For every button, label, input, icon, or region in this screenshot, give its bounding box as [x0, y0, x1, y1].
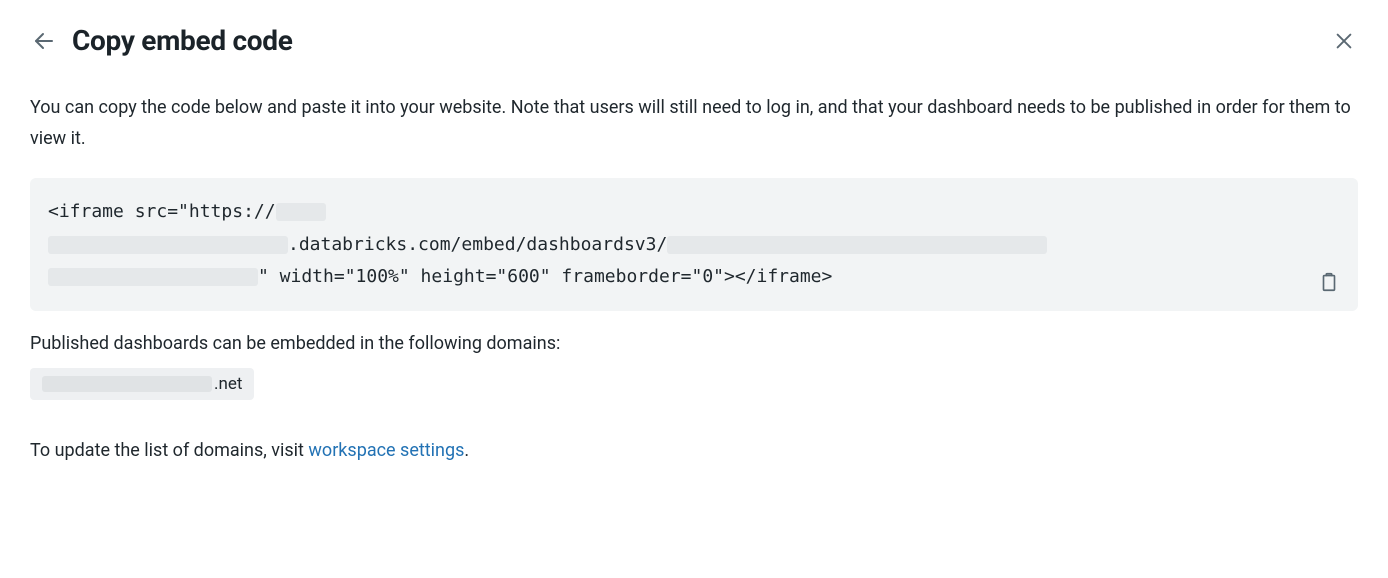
domain-suffix: .net — [214, 374, 242, 394]
footer-suffix: . — [464, 440, 469, 461]
close-icon — [1333, 30, 1355, 52]
description-text: You can copy the code below and paste it… — [30, 93, 1358, 154]
footer-prefix: To update the list of domains, visit — [30, 440, 308, 461]
workspace-settings-link[interactable]: workspace settings — [308, 440, 464, 461]
code-part-3: " width="100%" height="600" frameborder=… — [258, 266, 832, 287]
redacted-dashboard-path — [667, 236, 1047, 254]
arrow-left-icon — [32, 29, 56, 53]
clipboard-icon — [1318, 271, 1340, 293]
dialog-header: Copy embed code — [30, 24, 1358, 57]
dialog-title: Copy embed code — [72, 24, 293, 57]
footer-text: To update the list of domains, visit wor… — [30, 440, 1358, 461]
redacted-host-main — [48, 236, 288, 254]
embed-code-block: <iframe src="https:// .databricks.com/em… — [30, 178, 1358, 311]
domains-intro-text: Published dashboards can be embedded in … — [30, 333, 1358, 354]
code-part-1: <iframe src="https:// — [48, 201, 276, 222]
header-left: Copy embed code — [30, 24, 293, 57]
copy-button[interactable] — [1318, 271, 1342, 295]
code-part-2: .databricks.com/embed/dashboardsv3/ — [288, 234, 667, 255]
allowed-domain-chip: .net — [30, 368, 254, 400]
close-button[interactable] — [1330, 27, 1358, 55]
back-button[interactable] — [30, 27, 58, 55]
redacted-domain-prefix — [42, 376, 212, 392]
redacted-dashboard-id — [48, 268, 258, 286]
embed-code-dialog: Copy embed code You can copy the code be… — [0, 0, 1388, 503]
redacted-host-prefix — [276, 203, 326, 221]
